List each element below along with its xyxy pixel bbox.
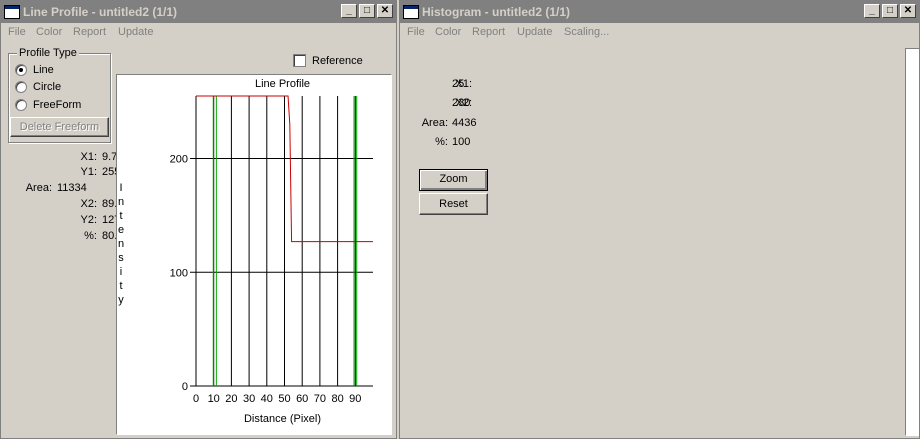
menu-report[interactable]: Report: [73, 26, 106, 38]
profile-type-label: Profile Type: [17, 47, 79, 59]
histogram-title: Histogram - untitled2 (1/1): [422, 5, 571, 19]
menu-report[interactable]: Report: [472, 26, 505, 38]
stat-area-label: Area:: [25, 182, 52, 194]
stat-x2-label: X2:: [80, 198, 97, 210]
delete-freeform-button[interactable]: Delete Freeform: [10, 117, 109, 137]
histogram-menubar: File Color Report Update Scaling...: [400, 23, 919, 42]
menu-scaling[interactable]: Scaling...: [564, 26, 609, 38]
hist-stat-area-value: 4436: [452, 117, 477, 129]
radio-unselected-icon: [15, 99, 27, 111]
hist-stat-x1-value: 25: [452, 78, 465, 90]
maximize-button[interactable]: □: [359, 4, 375, 18]
x-tick-label: 40: [261, 393, 273, 405]
x-tick-label: 80: [331, 393, 343, 405]
y-axis-label-char: I: [119, 182, 122, 194]
x-tick-label: 10: [208, 393, 220, 405]
x-tick-label: 30: [243, 393, 255, 405]
profile-type-group: Profile Type Line Circle FreeForm Delete…: [8, 47, 111, 143]
window-icon: [4, 5, 20, 19]
line-profile-titlebar[interactable]: Line Profile - untitled2 (1/1) _ □ ✕: [1, 1, 396, 23]
line-profile-chart: Line Profile 0 10 20 30 40 50 60 70 80 90 0 100 200 Di…: [118, 78, 373, 425]
histogram-window: Histogram - untitled2 (1/1) _ □ ✕ File C…: [399, 0, 920, 439]
menu-file[interactable]: File: [8, 26, 26, 38]
histogram-plot[interactable]: 036.428672.8571109.286145.714182.143218.…: [905, 48, 920, 436]
x-tick-label: 0: [193, 393, 199, 405]
window-icon: [403, 5, 419, 19]
radio-circle[interactable]: Circle: [15, 81, 61, 93]
maximize-button[interactable]: □: [882, 4, 898, 18]
y-axis-label-char: s: [118, 252, 124, 264]
menu-update[interactable]: Update: [118, 26, 153, 38]
x-tick-label: 70: [314, 393, 326, 405]
radio-line[interactable]: Line: [15, 64, 54, 76]
radio-freeform[interactable]: FreeForm: [15, 99, 81, 111]
y-axis-label-char: y: [118, 294, 124, 306]
close-button[interactable]: ✕: [900, 4, 916, 18]
y-axis-label-char: e: [118, 224, 124, 236]
hist-stat-percent-label: %:: [435, 136, 448, 148]
stat-percent-label: %:: [84, 230, 97, 242]
stat-y2-label: Y2:: [80, 214, 97, 226]
stat-y1-label: Y1:: [80, 166, 97, 178]
radio-circle-label: Circle: [33, 81, 62, 93]
y-axis-label-char: n: [118, 238, 124, 250]
histogram-titlebar[interactable]: Histogram - untitled2 (1/1) _ □ ✕: [400, 1, 919, 23]
x-tick-label: 20: [225, 393, 237, 405]
hist-stat-area-label: Area:: [421, 117, 448, 129]
y-axis-label-char: n: [118, 196, 124, 208]
reference-label: Reference: [312, 54, 363, 67]
radio-unselected-icon: [15, 81, 27, 93]
line-profile-menubar: File Color Report Update: [1, 23, 396, 42]
y-tick-label: 200: [170, 154, 188, 166]
line-profile-window: Line Profile - untitled2 (1/1) _ □ ✕ Fil…: [0, 0, 397, 439]
minimize-button[interactable]: _: [864, 4, 880, 18]
radio-line-label: Line: [33, 64, 54, 76]
x-tick-label: 90: [349, 393, 361, 405]
line-profile-plot[interactable]: Line Profile 0 10 20 30 40 50 60 70 80 90 0 100 200 Di…: [116, 74, 392, 435]
menu-color[interactable]: Color: [36, 26, 62, 38]
reference-checkbox[interactable]: Reference: [293, 54, 363, 67]
close-button[interactable]: ✕: [377, 4, 393, 18]
reset-button[interactable]: Reset: [419, 193, 488, 215]
menu-update[interactable]: Update: [517, 26, 552, 38]
y-axis-label-char: t: [119, 280, 122, 292]
hist-stat-x2-value: 230: [452, 97, 471, 109]
chart-title: Line Profile: [255, 78, 310, 90]
stat-x1-label: X1:: [80, 151, 97, 163]
x-axis-label: Distance (Pixel): [244, 413, 321, 425]
y-tick-label: 100: [170, 267, 188, 279]
y-tick-label: 0: [182, 381, 188, 393]
y-axis-label-char: i: [120, 266, 122, 278]
line-profile-title: Line Profile - untitled2 (1/1): [23, 5, 178, 19]
histogram-chart: 036.428672.8571109.286145.714182.143218.…: [906, 49, 920, 435]
minimize-button[interactable]: _: [341, 4, 357, 18]
menu-file[interactable]: File: [407, 26, 425, 38]
menu-color[interactable]: Color: [435, 26, 461, 38]
radio-freeform-label: FreeForm: [33, 99, 82, 111]
x-tick-label: 60: [296, 393, 308, 405]
x-tick-label: 50: [278, 393, 290, 405]
y-axis-label-char: t: [119, 210, 122, 222]
stat-area-value: 11334: [57, 182, 87, 194]
radio-selected-icon: [15, 64, 27, 76]
checkbox-icon: [293, 54, 306, 67]
hist-stat-percent-value: 100: [452, 136, 471, 148]
zoom-button[interactable]: Zoom: [419, 169, 488, 191]
